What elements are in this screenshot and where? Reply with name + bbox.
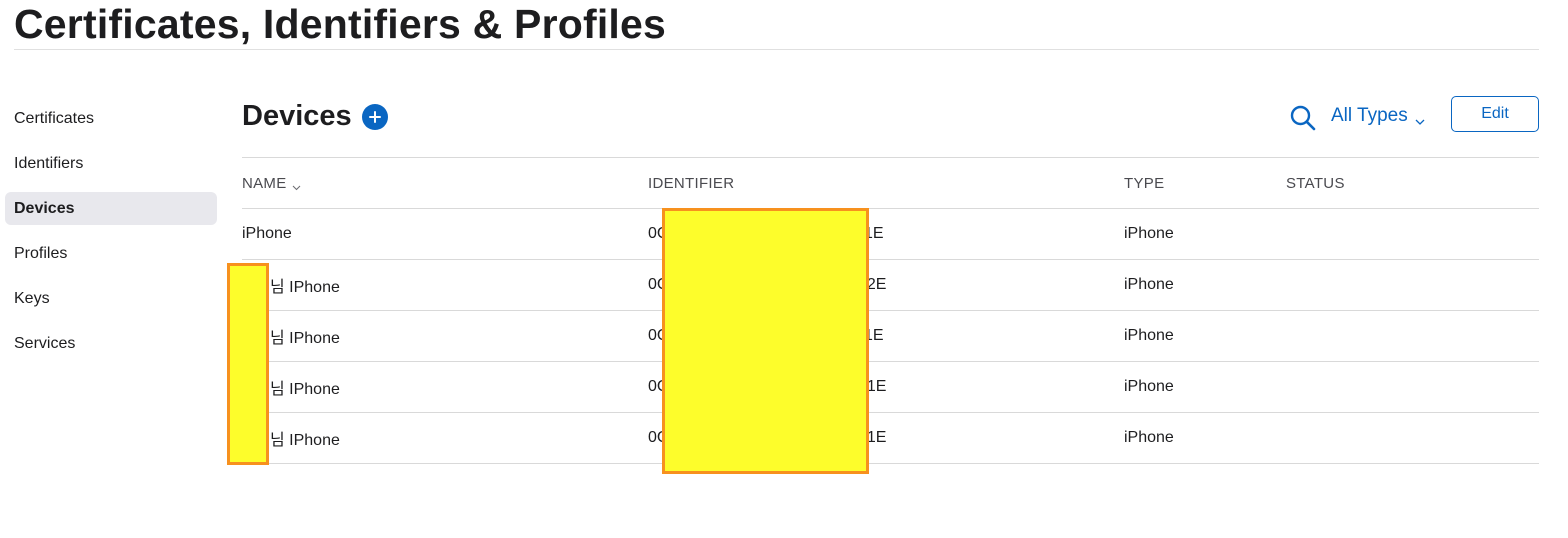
sidebar-item-identifiers[interactable]: Identifiers — [5, 147, 217, 180]
chevron-down-icon — [1415, 111, 1425, 125]
column-header-status: STATUS — [1286, 174, 1345, 192]
table-header-row: NAME IDENTIFIER TYPE STATUS — [242, 158, 1539, 209]
sort-chevron-icon — [292, 179, 301, 190]
redaction-box-names — [227, 263, 269, 465]
device-name: iPhone — [242, 225, 292, 242]
device-type: iPhone — [1124, 276, 1174, 293]
edit-button[interactable]: Edit — [1451, 96, 1539, 132]
column-header-name[interactable]: NAME — [242, 158, 301, 208]
device-name: 님 IPhone — [270, 330, 340, 347]
column-header-label: NAME — [242, 174, 287, 192]
sidebar-item-keys[interactable]: Keys — [5, 282, 217, 315]
table-row[interactable]: 님 IPhone 0C 02E iPhone — [242, 260, 1539, 311]
sidebar-item-label: Identifiers — [14, 154, 84, 172]
device-name: 님 IPhone — [270, 432, 340, 449]
sidebar-item-profiles[interactable]: Profiles — [5, 237, 217, 270]
sidebar-item-services[interactable]: Services — [5, 327, 217, 360]
sidebar: Certificates Identifiers Devices Profile… — [5, 102, 217, 372]
sidebar-item-label: Certificates — [14, 109, 95, 127]
search-icon[interactable] — [1289, 104, 1317, 132]
sidebar-item-devices[interactable]: Devices — [5, 192, 217, 225]
table-row[interactable]: 님 IPhone 0C 01E iPhone — [242, 413, 1539, 464]
table-row[interactable]: iPhone 0C 1E iPhone — [242, 209, 1539, 260]
table-row[interactable]: 님 IPhone 0C 1E iPhone — [242, 311, 1539, 362]
title-divider — [14, 49, 1539, 50]
column-header-type: TYPE — [1124, 174, 1165, 192]
devices-table: NAME IDENTIFIER TYPE STATUS iPhone 0C 1E… — [242, 157, 1539, 464]
redaction-box-identifiers — [662, 208, 869, 474]
device-type: iPhone — [1124, 225, 1174, 242]
sidebar-item-label: Keys — [14, 289, 50, 307]
section-title: Devices — [242, 100, 352, 132]
device-name: 님 IPhone — [270, 279, 340, 296]
device-type: iPhone — [1124, 429, 1174, 446]
column-header-identifier: IDENTIFIER — [648, 174, 735, 192]
sidebar-item-label: Services — [14, 334, 76, 352]
type-filter-dropdown[interactable]: All Types — [1331, 102, 1425, 130]
sidebar-item-label: Devices — [14, 199, 75, 217]
device-name: 님 IPhone — [270, 381, 340, 398]
table-row[interactable]: 님 IPhone 0C 01E iPhone — [242, 362, 1539, 413]
page-title: Certificates, Identifiers & Profiles — [14, 1, 667, 47]
plus-circle-icon[interactable] — [362, 104, 388, 130]
sidebar-item-label: Profiles — [14, 244, 68, 262]
type-filter-label: All Types — [1331, 105, 1408, 126]
device-type: iPhone — [1124, 378, 1174, 395]
device-type: iPhone — [1124, 327, 1174, 344]
sidebar-item-certificates[interactable]: Certificates — [5, 102, 217, 135]
